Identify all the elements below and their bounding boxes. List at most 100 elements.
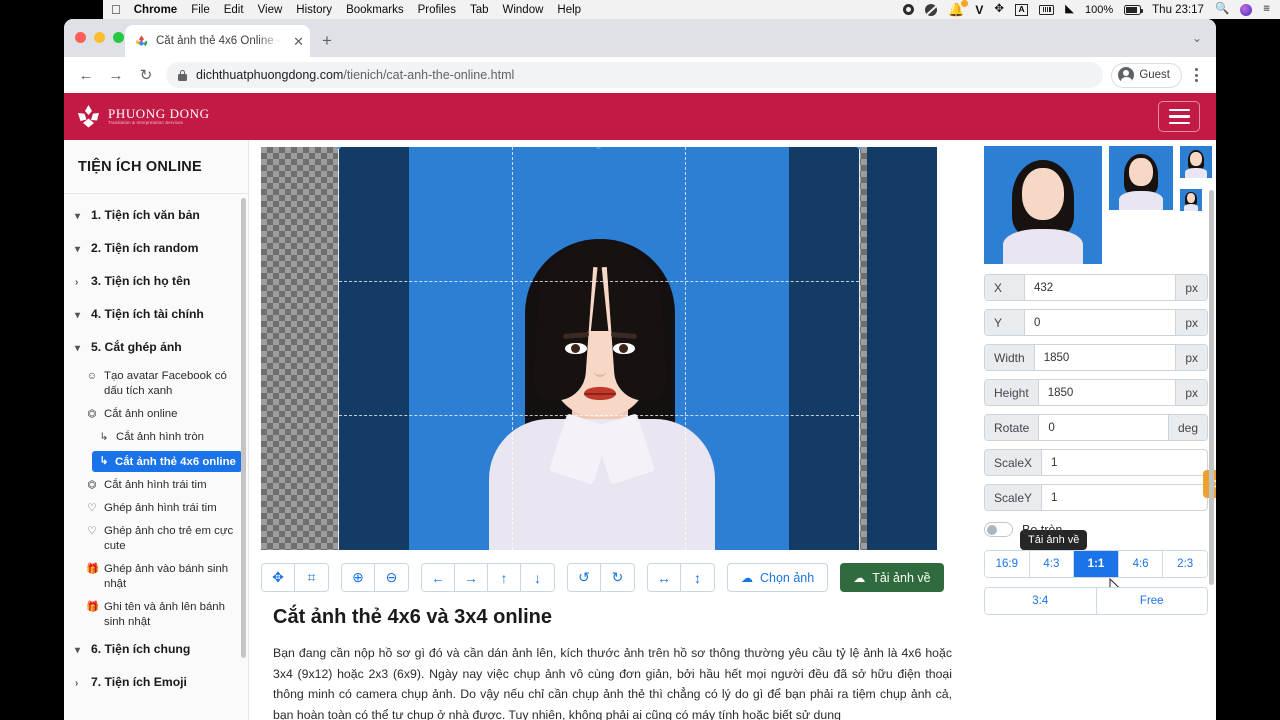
choose-image-button[interactable]: ☁ Chọn ảnh <box>727 563 829 592</box>
v-icon[interactable]: V <box>975 4 983 16</box>
maximize-window-button[interactable] <box>113 32 124 43</box>
zoom-out-button[interactable]: ⊖ <box>375 564 408 591</box>
sidebar-item-merge-cake[interactable]: 🎁 Ghép ảnh vào bánh sinh nhật <box>64 558 248 596</box>
ratio-16-9[interactable]: 16:9 <box>985 551 1030 577</box>
sidebar-item-name-on-cake[interactable]: 🎁 Ghi tên và ảnh lên bánh sinh nhật <box>64 596 248 634</box>
move-up-button[interactable]: ↑ <box>488 564 521 591</box>
move-down-button[interactable]: ↓ <box>521 564 554 591</box>
menubar-item-history[interactable]: History <box>296 4 332 16</box>
move-right-button[interactable]: → <box>455 564 488 591</box>
menubar-clock: Thu 23:17 <box>1152 3 1204 16</box>
crop-handle-ne[interactable] <box>857 147 862 149</box>
profile-button[interactable]: Guest <box>1111 62 1182 88</box>
control-center-icon[interactable]: ≡ <box>1263 3 1270 16</box>
flip-vertical-button[interactable]: ↕ <box>681 564 714 591</box>
sidebar-item-merge-heart[interactable]: ♡ Ghép ảnh hình trái tim <box>64 497 248 520</box>
rotate-right-button[interactable]: ↻ <box>601 564 634 591</box>
bell-icon[interactable]: 🔔 <box>948 0 969 16</box>
menubar-item-tab[interactable]: Tab <box>470 4 489 16</box>
do-not-disturb-icon[interactable] <box>925 3 938 16</box>
ratio-3-4[interactable]: 3:4 <box>985 588 1097 614</box>
sidebar-item-text-tools[interactable]: ▾ 1. Tiện ích văn bản <box>64 200 248 233</box>
record-icon[interactable] <box>903 4 915 15</box>
field-scaley[interactable]: ScaleY 1 <box>984 484 1208 511</box>
zoom-in-button[interactable]: ⊕ <box>342 564 375 591</box>
move-left-button[interactable]: ← <box>422 564 455 591</box>
arrow-left-icon[interactable]: ← <box>72 61 100 89</box>
rounded-toggle[interactable] <box>984 522 1013 537</box>
ratio-4-3[interactable]: 4:3 <box>1029 551 1075 577</box>
close-icon[interactable]: ✕ <box>293 35 304 48</box>
plus-icon[interactable]: + <box>322 32 332 49</box>
field-height[interactable]: Height 1850 px <box>984 379 1208 406</box>
reload-icon[interactable]: ↻ <box>132 61 160 89</box>
chevron-down-icon[interactable]: ⌄ <box>1192 31 1202 45</box>
field-rotate[interactable]: Rotate 0 deg <box>984 414 1208 441</box>
sidebar-item-crop-circle[interactable]: ↳ Cắt ảnh hình tròn <box>64 426 248 449</box>
crop-handle-nw[interactable] <box>336 147 341 149</box>
move-icon[interactable]: ✥ <box>994 3 1004 16</box>
ratio-free[interactable]: Free <box>1096 588 1207 614</box>
kebab-menu-icon[interactable] <box>1184 68 1208 82</box>
move-tool-button[interactable]: ✥ <box>262 564 295 591</box>
sidebar-item-general-tools[interactable]: ▾ 6. Tiện ích chung <box>64 634 248 667</box>
field-value[interactable]: 0 <box>1039 415 1168 440</box>
minimize-window-button[interactable] <box>94 32 105 43</box>
field-x[interactable]: X 432 px <box>984 274 1208 301</box>
crop-canvas[interactable] <box>261 147 937 550</box>
sidebar-item-emoji-tools[interactable]: › 7. Tiện ích Emoji <box>64 667 248 700</box>
field-value[interactable]: 1850 <box>1035 345 1176 370</box>
sidebar-item-merge-kids[interactable]: ♡ Ghép ảnh cho trẻ em cực cute <box>64 520 248 558</box>
sidebar-item-facebook-avatar[interactable]: ☺ Tạo avatar Facebook có dấu tích xanh <box>64 365 248 403</box>
browser-tab[interactable]: Cắt ảnh thẻ 4x6 Online - Tạo ả ✕ <box>125 25 310 57</box>
sidebar-item-photo-tools[interactable]: ▾ 5. Cắt ghép ảnh <box>64 332 248 365</box>
close-window-button[interactable] <box>75 32 86 43</box>
crop-tool-button[interactable]: ⌗ <box>295 564 328 591</box>
address-bar[interactable]: dichthuatphuongdong.com/tienich/cat-anh-… <box>166 62 1104 88</box>
download-image-button[interactable]: ☁ Tải ảnh về <box>840 563 944 592</box>
field-value[interactable]: 0 <box>1025 310 1175 335</box>
arrow-right-icon[interactable]: → <box>102 61 130 89</box>
apple-menu-icon[interactable]:  <box>111 3 121 16</box>
menubar-item-file[interactable]: File <box>191 4 210 16</box>
rotate-left-button[interactable]: ↺ <box>568 564 601 591</box>
battery-icon[interactable] <box>1124 4 1144 15</box>
menubar-item-help[interactable]: Help <box>557 4 581 16</box>
ratio-2-3[interactable]: 2:3 <box>1163 551 1207 577</box>
input-source-icon[interactable]: A <box>1015 3 1029 16</box>
sidebar-item-crop-4x6[interactable]: ↳ Cắt ảnh thẻ 4x6 online <box>92 451 242 472</box>
field-value[interactable]: 432 <box>1025 275 1175 300</box>
ratio-1-1[interactable]: 1:1 <box>1074 551 1119 577</box>
sidebar-item-name-tools[interactable]: › 3. Tiện ích họ tên <box>64 266 248 299</box>
menubar-item-view[interactable]: View <box>258 4 283 16</box>
sidebar-item-finance-tools[interactable]: ▾ 4. Tiện ích tài chính <box>64 299 248 332</box>
window-controls[interactable] <box>75 32 124 43</box>
menubar-item-bookmarks[interactable]: Bookmarks <box>346 4 404 16</box>
sidebar-item-crop-heart[interactable]: ⏣ Cắt ảnh hình trái tim <box>64 474 248 497</box>
hamburger-icon[interactable] <box>1158 101 1200 132</box>
site-logo[interactable]: PHUONG DONG Translation & Interpretation… <box>76 104 210 129</box>
page-scrollbar[interactable] <box>1209 190 1214 585</box>
ratio-4-6[interactable]: 4:6 <box>1118 551 1164 577</box>
siri-icon[interactable] <box>1240 3 1253 16</box>
menubar-item-profiles[interactable]: Profiles <box>418 4 456 16</box>
field-value[interactable]: 1 <box>1042 450 1207 475</box>
menubar-item-edit[interactable]: Edit <box>224 4 244 16</box>
sidebar-scrollbar[interactable] <box>241 198 246 658</box>
flip-horizontal-button[interactable]: ↔ <box>648 564 681 591</box>
field-value[interactable]: 1 <box>1042 485 1207 510</box>
menubar-item-chrome[interactable]: Chrome <box>134 4 177 16</box>
field-value[interactable]: 1850 <box>1039 380 1176 405</box>
sidebar-item-random-tools[interactable]: ▾ 2. Tiện ích random <box>64 233 248 266</box>
crop-handle-n[interactable] <box>596 147 601 149</box>
field-width[interactable]: Width 1850 px <box>984 344 1208 371</box>
search-icon[interactable]: 🔍 <box>1215 3 1229 16</box>
wifi-icon[interactable]: ◣ <box>1065 3 1074 16</box>
rounded-toggle-row[interactable]: Bo tròn <box>984 522 1208 537</box>
field-scalex[interactable]: ScaleX 1 <box>984 449 1208 476</box>
keyboard-icon[interactable] <box>1039 4 1055 15</box>
crop-selection-box[interactable] <box>336 147 862 550</box>
menubar-item-window[interactable]: Window <box>503 4 544 16</box>
field-y[interactable]: Y 0 px <box>984 309 1208 336</box>
sidebar-item-crop-online[interactable]: ⏣ Cắt ảnh online <box>64 403 248 426</box>
